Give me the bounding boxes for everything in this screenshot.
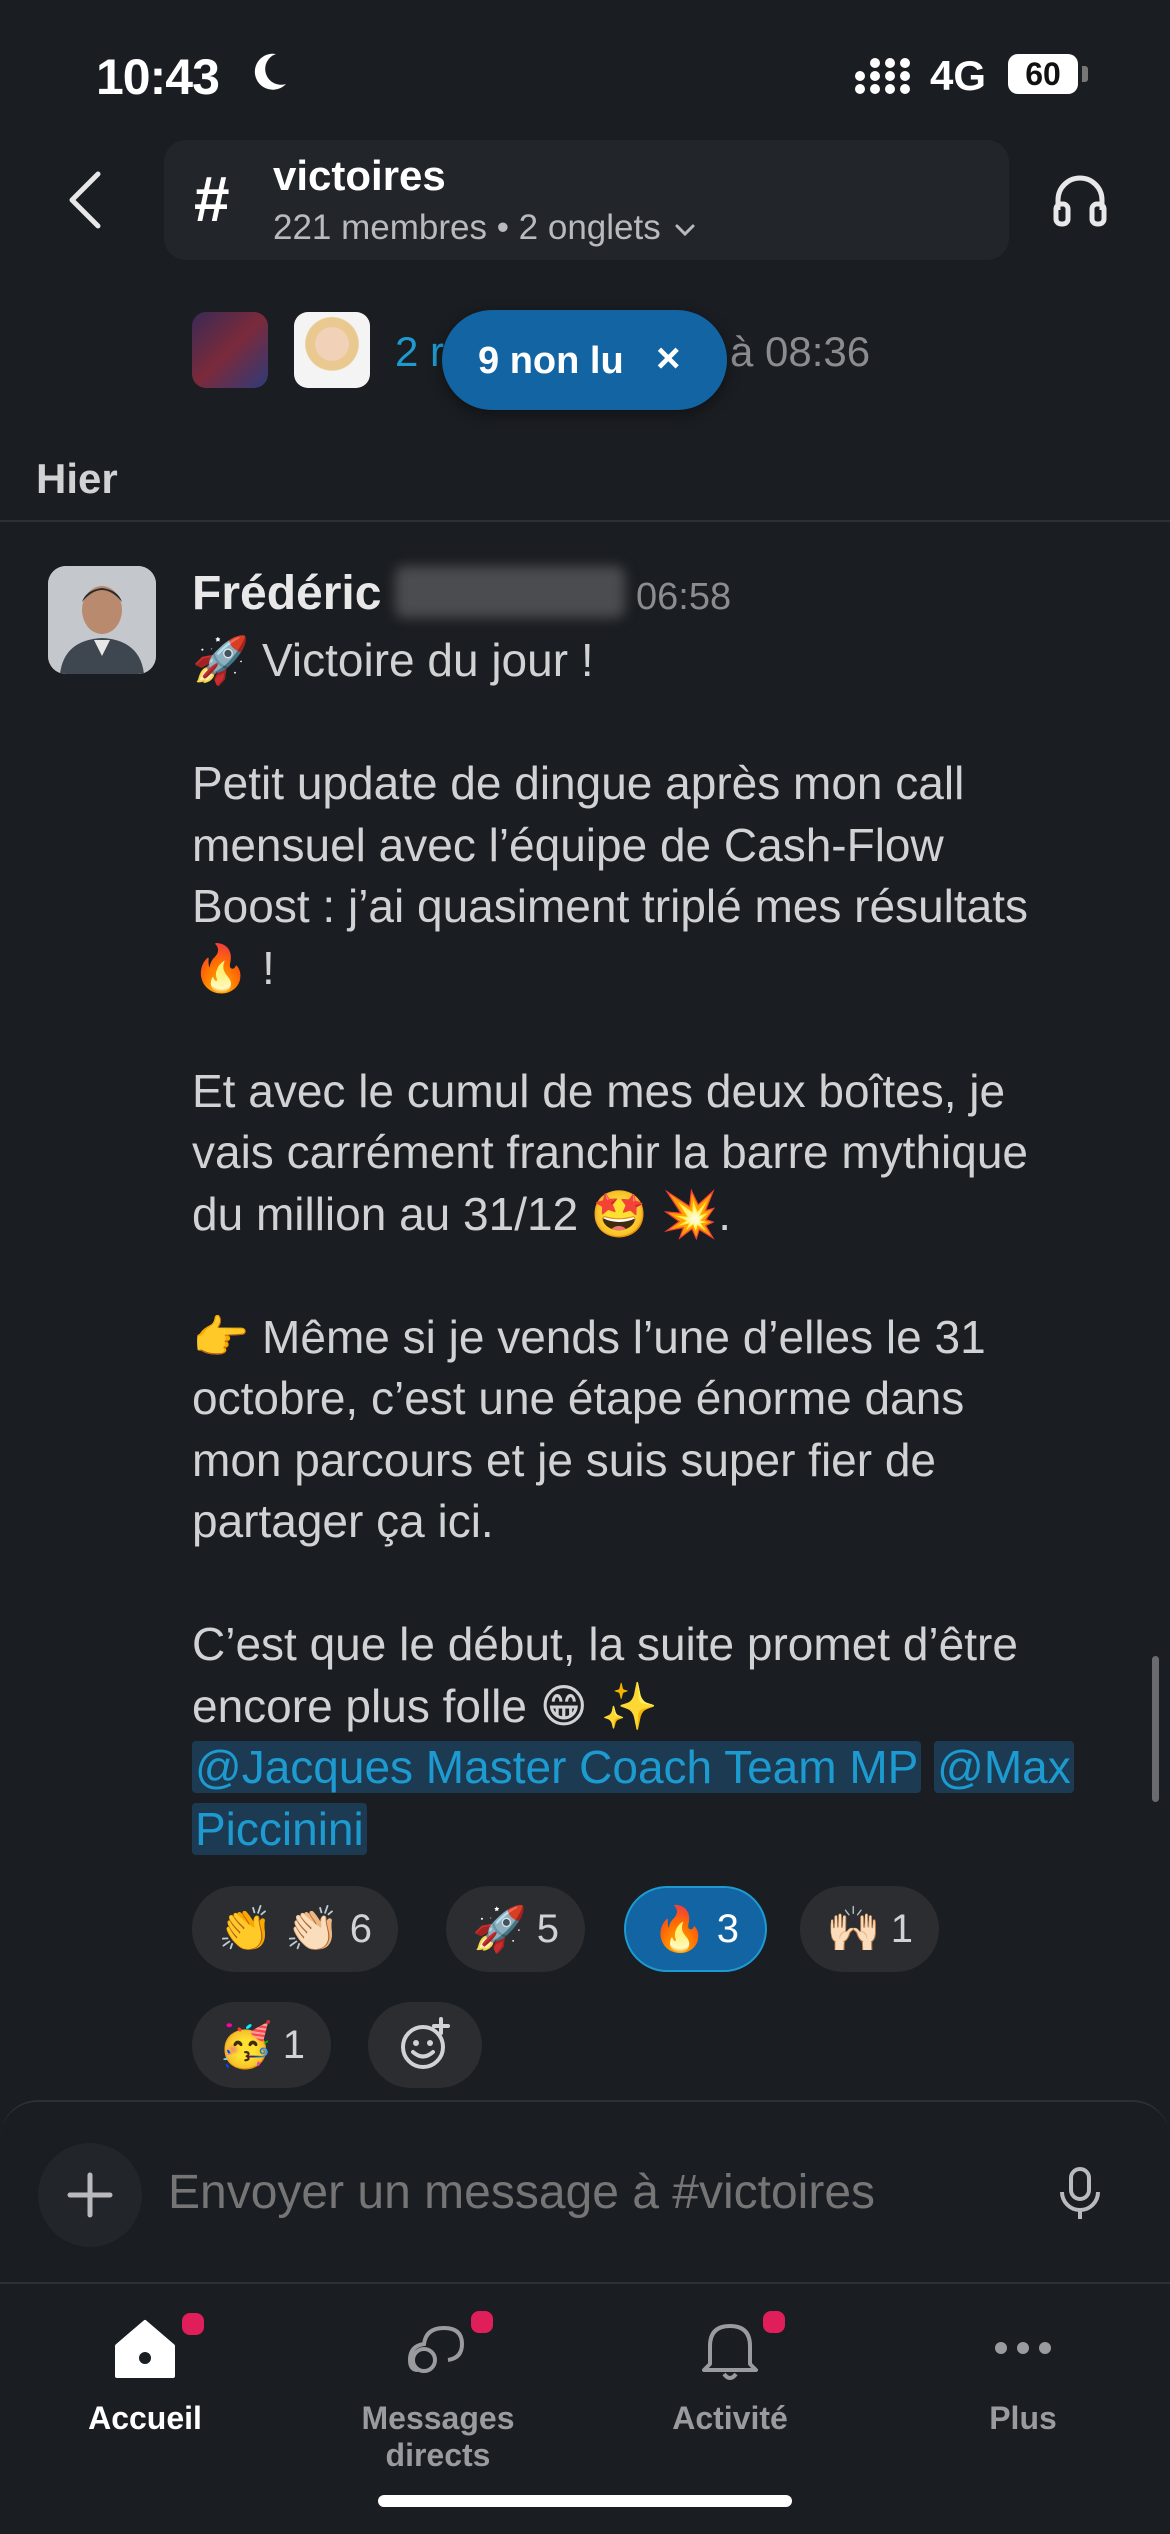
scrollbar[interactable] — [1152, 1656, 1159, 1802]
plus-icon — [67, 2172, 113, 2218]
reaction-emoji: 🥳 — [218, 2021, 273, 2070]
reaction-clap[interactable]: 👏 👏🏻 6 — [192, 1886, 399, 1972]
thread-last-reply-time: à 08:36 — [730, 328, 871, 375]
home-icon — [115, 2320, 175, 2378]
more-icon — [995, 2342, 1051, 2354]
avatar[interactable] — [294, 312, 370, 388]
reaction-emoji: 🚀 — [472, 1905, 527, 1954]
moon-icon — [254, 53, 286, 90]
channel-subtitle-text: 221 membres • 2 onglets — [273, 208, 661, 247]
message-author[interactable]: Frédéric — [192, 566, 381, 621]
add-reaction-button[interactable] — [368, 2002, 482, 2088]
author-avatar[interactable] — [48, 566, 156, 674]
reaction-rocket[interactable]: 🚀 5 — [446, 1886, 586, 1972]
tab-home[interactable]: Accueil — [15, 2290, 275, 2470]
close-icon[interactable]: × — [656, 334, 681, 382]
tab-activity[interactable]: Activité — [600, 2290, 860, 2470]
reaction-count: 3 — [716, 1906, 740, 1951]
network-type: 4G — [930, 52, 987, 99]
mention-link[interactable]: @Jacques Master Coach Team MP — [192, 1741, 922, 1793]
add-reaction-icon — [401, 2017, 450, 2069]
tab-more[interactable]: Plus — [893, 2290, 1153, 2470]
channel-hash-icon: # — [194, 163, 230, 235]
battery-level: 60 — [1008, 54, 1078, 94]
reaction-party-face[interactable]: 🥳 1 — [192, 2002, 332, 2088]
tab-label: Accueil — [88, 2400, 202, 2436]
person-avatar-image — [48, 566, 156, 674]
channel-subtitle: 221 membres • 2 onglets — [273, 208, 696, 248]
message-body: 🚀 Victoire du jour ! Petit update de din… — [192, 630, 1122, 1860]
day-divider — [0, 520, 1170, 522]
channel-name: victoires — [273, 152, 446, 199]
tab-label: Plus — [989, 2400, 1057, 2436]
reaction-count: 6 — [349, 1906, 373, 1951]
reaction-raised-hands[interactable]: 🙌🏻 1 — [800, 1886, 940, 1972]
unread-count-label[interactable]: 9 non lu — [478, 340, 624, 383]
home-indicator[interactable] — [378, 2495, 792, 2507]
reaction-count: 5 — [536, 1906, 560, 1951]
day-divider-label: Hier — [36, 455, 118, 502]
reaction-emoji: 🙌🏻 — [826, 1905, 881, 1954]
message-input[interactable] — [168, 2165, 968, 2220]
author-lastname-redacted — [395, 566, 625, 618]
reaction-emoji: 👏 👏🏻 — [218, 1905, 340, 1954]
reaction-count: 1 — [282, 2022, 306, 2067]
notification-badge — [179, 2310, 207, 2338]
mention-link[interactable]: @Max — [934, 1741, 1074, 1793]
notification-badge — [760, 2308, 788, 2336]
message-text: 🚀 Victoire du jour ! Petit update de din… — [192, 634, 1029, 1732]
chevron-down-icon — [675, 224, 695, 236]
notification-badge — [468, 2308, 496, 2336]
mention-link[interactable]: Piccinini — [192, 1802, 367, 1855]
headphones-icon[interactable] — [1050, 170, 1110, 230]
reaction-emoji: 🔥 — [652, 1905, 707, 1954]
bell-icon — [702, 2324, 758, 2380]
avatar[interactable] — [192, 312, 268, 388]
microphone-icon[interactable] — [1055, 2166, 1105, 2222]
status-time: 10:43 — [96, 49, 220, 105]
back-icon[interactable] — [60, 168, 110, 232]
reaction-count: 1 — [890, 1906, 914, 1951]
tab-direct-messages[interactable]: Messages directs — [308, 2290, 568, 2473]
thread-reply-count[interactable]: 2 r — [395, 328, 444, 376]
direct-messages-icon — [407, 2325, 465, 2373]
tab-label: Activité — [672, 2400, 788, 2436]
signal-icon — [855, 58, 910, 94]
reaction-fire[interactable]: 🔥 3 — [624, 1886, 768, 1972]
battery-tip — [1082, 66, 1088, 82]
add-attachment-button[interactable] — [38, 2143, 142, 2247]
message-timestamp: 06:58 — [636, 576, 732, 618]
tab-label: Messages directs — [361, 2400, 515, 2473]
